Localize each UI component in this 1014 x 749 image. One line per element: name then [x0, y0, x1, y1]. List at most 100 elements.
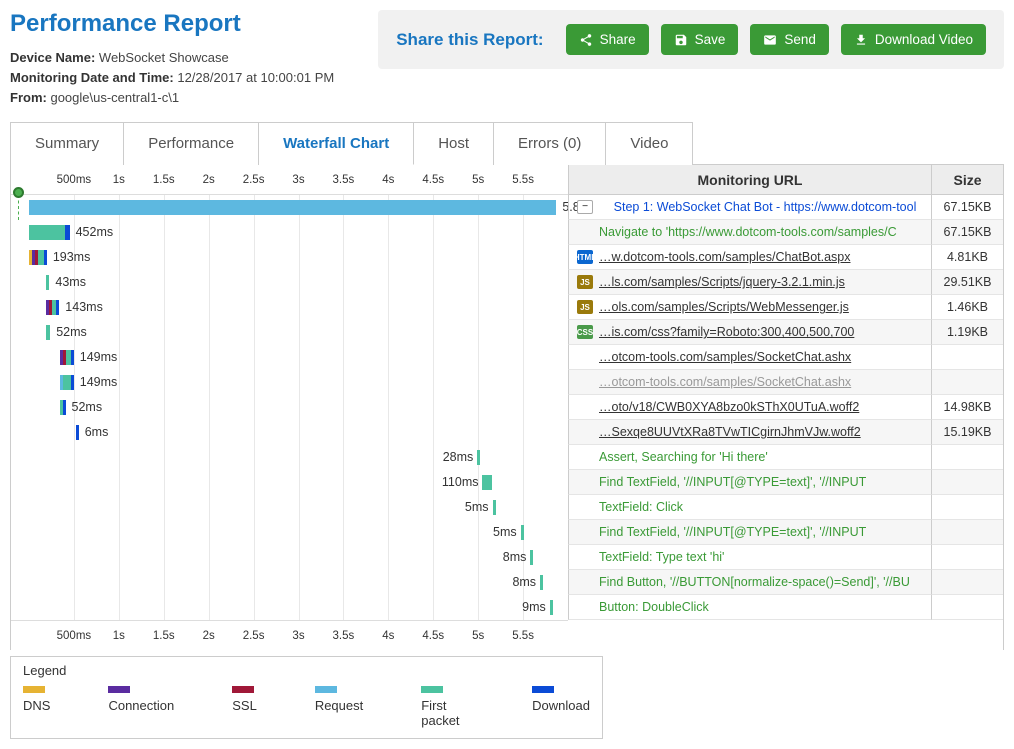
- waterfall-bar[interactable]: [46, 300, 60, 315]
- axis-tick: 1s: [113, 174, 125, 186]
- bar-row: 9ms: [11, 595, 568, 620]
- header: Performance Report Device Name: WebSocke…: [10, 10, 1004, 108]
- share-button[interactable]: Share: [566, 24, 649, 55]
- axis-tick: 1.5s: [153, 630, 175, 642]
- url-row: Find TextField, '//INPUT[@TYPE=text]', '…: [568, 470, 931, 495]
- url-row: …otcom-tools.com/samples/SocketChat.ashx: [568, 370, 931, 395]
- bar-label: 8ms: [503, 550, 527, 564]
- url-row: CSS…is.com/css?family=Roboto:300,400,500…: [568, 320, 931, 345]
- waterfall-bar[interactable]: [493, 500, 496, 515]
- axis-tick: 5.5s: [512, 174, 534, 186]
- bar-row: 8ms: [11, 570, 568, 595]
- waterfall-bar[interactable]: [46, 275, 50, 290]
- tab-errors-0-[interactable]: Errors (0): [494, 122, 606, 165]
- segment-dl: [76, 425, 79, 440]
- share-panel: Share this Report: Share Save Send Downl…: [378, 10, 1004, 69]
- legend-label: Request: [315, 698, 363, 713]
- download-icon: [854, 33, 868, 47]
- size-cell: [931, 595, 1003, 620]
- tab-summary[interactable]: Summary: [10, 122, 124, 165]
- js-icon: JS: [577, 300, 593, 314]
- device-value: WebSocket Showcase: [99, 50, 229, 65]
- bar-label: 193ms: [53, 250, 91, 264]
- axis-tick: 5.5s: [512, 630, 534, 642]
- tabs: SummaryPerformanceWaterfall ChartHostErr…: [10, 122, 1004, 165]
- bar-row: 193ms: [11, 245, 568, 270]
- url-link: TextField: Type text 'hi': [599, 550, 724, 564]
- size-cell: 29.51KB: [931, 270, 1003, 295]
- size-cell: [931, 570, 1003, 595]
- segment-dl: [44, 250, 47, 265]
- waterfall-bar[interactable]: [60, 350, 74, 365]
- legend-label: First packet: [421, 698, 474, 728]
- bars-area: 5.87s452ms193ms43ms143ms52ms149ms149ms52…: [11, 195, 568, 620]
- waterfall-bar[interactable]: [550, 600, 553, 615]
- size-header: Size: [931, 165, 1003, 195]
- url-link[interactable]: …is.com/css?family=Roboto:300,400,500,70…: [599, 325, 854, 339]
- waterfall-bar[interactable]: [530, 550, 533, 565]
- url-header: Monitoring URL: [568, 165, 931, 195]
- waterfall-bar[interactable]: [29, 225, 70, 240]
- waterfall-bar[interactable]: [482, 475, 492, 490]
- url-link[interactable]: …ls.com/samples/Scripts/jquery-3.2.1.min…: [599, 275, 845, 289]
- tab-performance[interactable]: Performance: [124, 122, 259, 165]
- waterfall-bar[interactable]: [60, 375, 74, 390]
- waterfall-bar[interactable]: [521, 525, 524, 540]
- axis-tick: 4s: [382, 174, 394, 186]
- segment-fp: [46, 275, 50, 290]
- waterfall-bar[interactable]: [540, 575, 543, 590]
- tab-waterfall-chart[interactable]: Waterfall Chart: [259, 122, 414, 165]
- waterfall-bar[interactable]: [76, 425, 79, 440]
- tab-video[interactable]: Video: [606, 122, 693, 165]
- axis-tick: 5s: [472, 174, 484, 186]
- size-cell: [931, 445, 1003, 470]
- size-column: Size 67.15KB67.15KB4.81KB29.51KB1.46KB1.…: [931, 165, 1003, 650]
- url-link[interactable]: …w.dotcom-tools.com/samples/ChatBot.aspx: [599, 250, 851, 264]
- url-column: Monitoring URL −Step 1: WebSocket Chat B…: [568, 165, 931, 650]
- axis-bottom: 500ms1s1.5s2s2.5s3s3.5s4s4.5s5s5.5s: [11, 620, 568, 650]
- waterfall-bar[interactable]: [29, 250, 47, 265]
- send-button[interactable]: Send: [750, 24, 829, 55]
- tab-host[interactable]: Host: [414, 122, 494, 165]
- legend-label: DNS: [23, 698, 50, 713]
- url-link: Find TextField, '//INPUT[@TYPE=text]', '…: [599, 525, 866, 539]
- bar-label: 5ms: [465, 500, 489, 514]
- url-link[interactable]: …otcom-tools.com/samples/SocketChat.ashx: [599, 375, 851, 389]
- save-button[interactable]: Save: [661, 24, 739, 55]
- html-icon: HTML: [577, 250, 593, 264]
- from-label: From:: [10, 90, 47, 105]
- waterfall-bar[interactable]: [477, 450, 480, 465]
- waterfall-bar[interactable]: [60, 400, 66, 415]
- url-row: …oto/v18/CWB0XYA8bzo0kSThX0UTuA.woff2: [568, 395, 931, 420]
- send-button-label: Send: [784, 32, 816, 47]
- segment-fp: [29, 225, 65, 240]
- share-label: Share this Report:: [396, 30, 543, 50]
- axis-tick: 2s: [203, 174, 215, 186]
- url-link[interactable]: …ols.com/samples/Scripts/WebMessenger.js: [599, 300, 849, 314]
- url-link: TextField: Click: [599, 500, 683, 514]
- url-link[interactable]: …oto/v18/CWB0XYA8bzo0kSThX0UTuA.woff2: [599, 400, 859, 414]
- share-button-label: Share: [600, 32, 636, 47]
- axis-top: 500ms1s1.5s2s2.5s3s3.5s4s4.5s5s5.5s: [11, 165, 568, 195]
- axis-tick: 2s: [203, 630, 215, 642]
- url-link[interactable]: Step 1: WebSocket Chat Bot - https://www…: [599, 200, 931, 214]
- legend-label: SSL: [232, 698, 257, 713]
- size-cell: 15.19KB: [931, 420, 1003, 445]
- axis-tick: 4.5s: [422, 630, 444, 642]
- url-link[interactable]: …Sexqe8UUVtXRa8TVwTICgirnJhmVJw.woff2: [599, 425, 861, 439]
- date-label: Monitoring Date and Time:: [10, 70, 174, 85]
- legend-item-conn: Connection: [108, 686, 174, 728]
- axis-tick: 1s: [113, 630, 125, 642]
- axis-tick: 2.5s: [243, 630, 265, 642]
- size-cell: [931, 520, 1003, 545]
- segment-fp: [493, 500, 496, 515]
- size-cell: [931, 545, 1003, 570]
- waterfall-bar[interactable]: [29, 200, 556, 215]
- bar-label: 52ms: [56, 325, 87, 339]
- segment-fp: [530, 550, 533, 565]
- legend-label: Connection: [108, 698, 174, 713]
- url-link[interactable]: …otcom-tools.com/samples/SocketChat.ashx: [599, 350, 851, 364]
- url-row: JS …ols.com/samples/Scripts/WebMessenger.…: [568, 295, 931, 320]
- download-video-button[interactable]: Download Video: [841, 24, 986, 55]
- waterfall-bar[interactable]: [46, 325, 51, 340]
